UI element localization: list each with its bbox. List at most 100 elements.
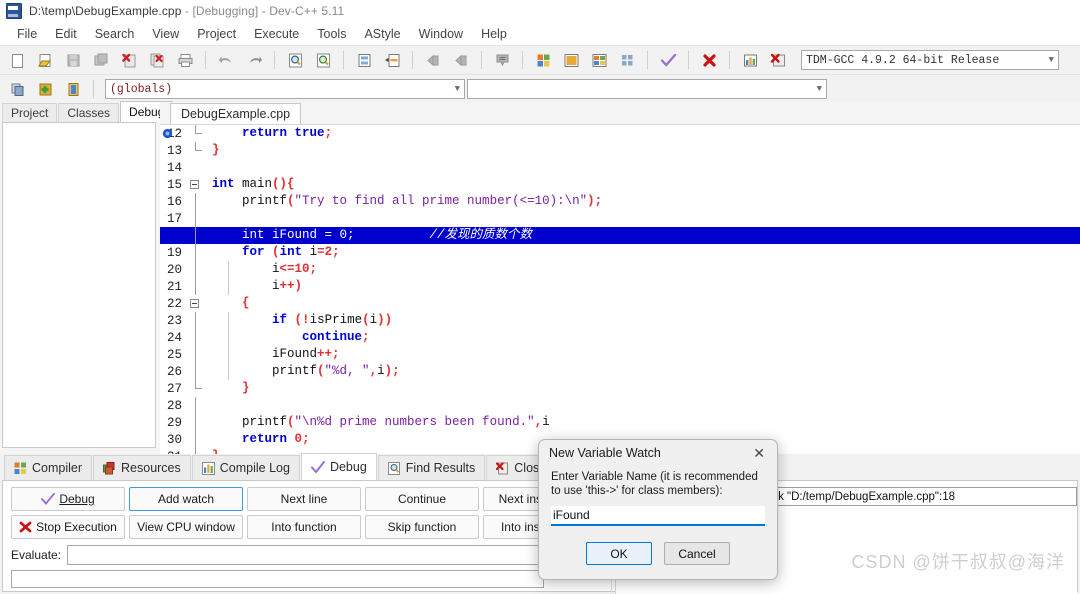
add-watch-button[interactable]: Add watch [129,487,243,511]
check-syntax-icon[interactable] [655,48,681,72]
profile-icon[interactable] [737,48,763,72]
menu-execute[interactable]: Execute [245,25,308,43]
fold-column[interactable] [186,431,208,448]
new-file-icon[interactable] [4,48,30,72]
debug-button[interactable]: Debug [11,487,125,511]
code-line[interactable]: 17 [160,210,1080,227]
close-file-icon[interactable] [116,48,142,72]
editor-tab-debugexample[interactable]: DebugExample.cpp [170,103,302,124]
code-line[interactable]: 15 int main(){ [160,176,1080,193]
fold-column[interactable] [186,278,208,295]
save-all-icon[interactable] [88,48,114,72]
next-line-button[interactable]: Next line [247,487,361,511]
print-icon[interactable] [172,48,198,72]
fold-column[interactable] [186,227,208,244]
new-project-icon[interactable] [4,77,30,101]
code-line[interactable]: 24 continue; [160,329,1080,346]
add-to-project-icon[interactable] [32,77,58,101]
find-icon[interactable] [282,48,308,72]
fold-column[interactable] [186,159,208,176]
undo-icon[interactable] [213,48,239,72]
code-line[interactable]: 27 } [160,380,1080,397]
fold-column[interactable] [186,329,208,346]
code-line[interactable]: 21 i++) [160,278,1080,295]
fold-column[interactable] [186,312,208,329]
compile-icon[interactable] [530,48,556,72]
menu-window[interactable]: Window [410,25,472,43]
bottom-tab-find-results[interactable]: Find Results [377,455,486,480]
comment-icon[interactable] [489,48,515,72]
code-line[interactable]: 19 for (int i=2; [160,244,1080,261]
code-line[interactable]: 13} [160,142,1080,159]
compile-run-icon[interactable] [586,48,612,72]
stop-execution-button[interactable]: Stop Execution [11,515,125,539]
fold-column[interactable] [186,210,208,227]
code-line[interactable]: 14 [160,159,1080,176]
tab-project[interactable]: Project [2,103,58,122]
code-line[interactable]: 12 return true; [160,125,1080,142]
code-line[interactable]: 16 printf("Try to find all prime number(… [160,193,1080,210]
evaluate-input[interactable]: ▼ [67,545,601,565]
menu-project[interactable]: Project [188,25,245,43]
indent-icon[interactable] [420,48,446,72]
scope-select[interactable]: (globals) ▼ [105,79,465,99]
menu-astyle[interactable]: AStyle [355,25,409,43]
delete-profile-icon[interactable] [765,48,791,72]
fold-column[interactable] [186,346,208,363]
code-line[interactable]: 20 i<=10; [160,261,1080,278]
menu-file[interactable]: File [8,25,46,43]
code-line[interactable]: 23 if (!isPrime(i)) [160,312,1080,329]
close-all-icon[interactable] [144,48,170,72]
fold-column[interactable] [186,125,208,142]
code-line[interactable]: 22 { [160,295,1080,312]
code-line[interactable]: 28 [160,397,1080,414]
skip-function-button[interactable]: Skip function [365,515,479,539]
menu-edit[interactable]: Edit [46,25,86,43]
fold-column[interactable] [186,261,208,278]
continue-button[interactable]: Continue [365,487,479,511]
menu-help[interactable]: Help [472,25,516,43]
menu-tools[interactable]: Tools [308,25,355,43]
bottom-tab-resources[interactable]: Resources [93,455,191,480]
unindent-icon[interactable] [448,48,474,72]
symbol-select[interactable]: ▼ [467,79,827,99]
tab-classes[interactable]: Classes [58,103,120,122]
code-line[interactable]: 25 iFound++; [160,346,1080,363]
fold-column[interactable] [186,176,208,193]
fold-column[interactable] [186,414,208,431]
debug-watch-list[interactable] [2,122,156,448]
into-function-button[interactable]: Into function [247,515,361,539]
cancel-button[interactable]: Cancel [664,542,730,565]
redo-icon[interactable] [241,48,267,72]
bottom-tab-compile-log[interactable]: Compile Log [191,455,300,480]
fold-column[interactable] [186,295,208,312]
code-line[interactable]: int iFound = 0; //发现的质数个数 [160,128,1080,244]
bottom-tab-debug[interactable]: Debug [300,453,377,480]
goto-line-icon[interactable] [351,48,377,72]
fold-column[interactable] [186,244,208,261]
close-icon[interactable]: ✕ [749,444,769,462]
remove-from-project-icon[interactable] [60,77,86,101]
fold-column[interactable] [186,193,208,210]
bottom-tab-compiler[interactable]: Compiler [4,455,93,480]
rebuild-icon[interactable] [614,48,640,72]
fold-column[interactable] [186,380,208,397]
gdb-command-input[interactable]: break "D:/temp/DebugExample.cpp":18 [751,487,1077,506]
ok-button[interactable]: OK [586,542,652,565]
replace-icon[interactable] [310,48,336,72]
editor-code-area[interactable]: 12 return true; 13} 14 15 int main(){16 prin… [160,124,1080,455]
view-cpu-window-button[interactable]: View CPU window [129,515,243,539]
variable-name-input[interactable]: iFound [551,506,765,526]
toggle-bookmark-icon[interactable] [379,48,405,72]
code-line[interactable]: 29 printf("\n%d prime numbers been found… [160,414,1080,431]
open-file-icon[interactable] [32,48,58,72]
fold-column[interactable] [186,397,208,414]
compiler-select[interactable]: TDM-GCC 4.9.2 64-bit Release ▼ [801,50,1059,70]
code-line[interactable]: 26 printf("%d, ",i); [160,363,1080,380]
menu-view[interactable]: View [143,25,188,43]
menu-search[interactable]: Search [86,25,144,43]
stop-execution-icon[interactable] [696,48,722,72]
save-icon[interactable] [60,48,86,72]
fold-column[interactable] [186,142,208,159]
fold-column[interactable] [186,363,208,380]
